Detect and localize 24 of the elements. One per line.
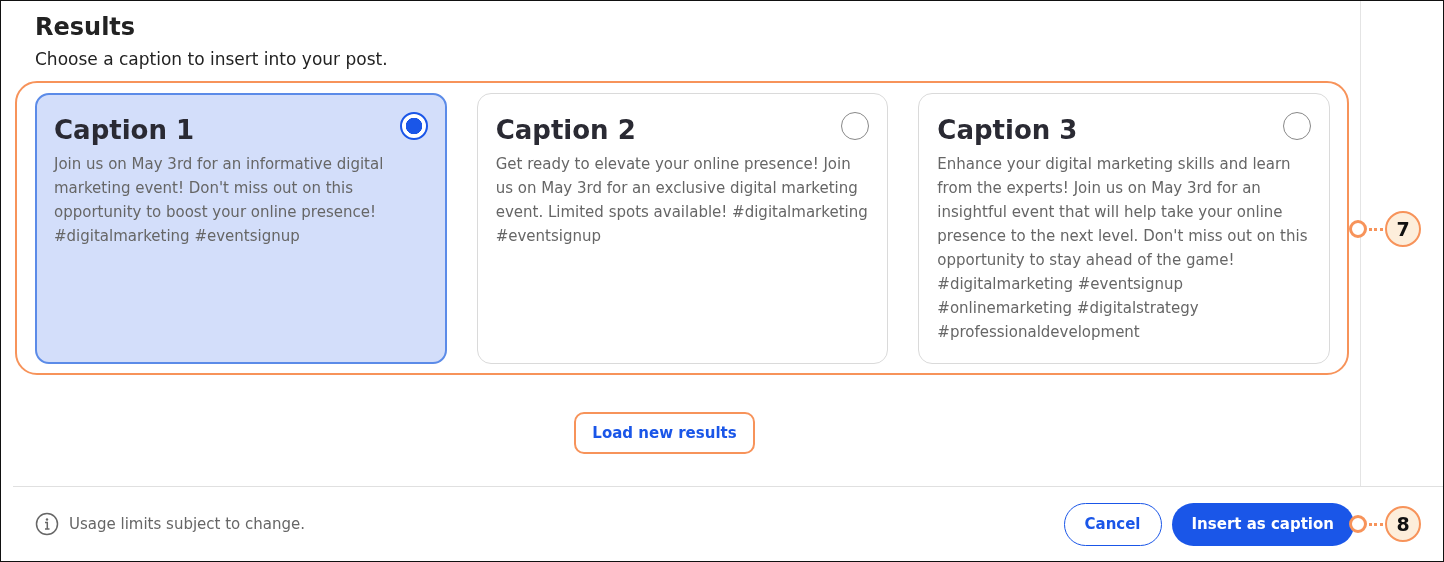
caption-card[interactable]: [918, 93, 1330, 364]
caption-card[interactable]: Caption 2 Get ready to elevate your online presence! Join us on May 3rd for an exclusive digital marketing event. Limited spots available! #digitalmarketing #eventsignup: [476, 93, 889, 364]
caption-title: Caption 2: [495, 114, 636, 147]
caption-text: Enhance your digital marketing skills and learn from the experts! Join us on May 3rd for an insightful event that will help take your online presence to the next level. Don't miss out on this opportunity to stay ahead of the game! #digitalmarketing #eventsignup #onlinemarketing #digitalstrategy #professionaldevelopment: [937, 154, 1309, 343]
callout-number: 8: [1385, 506, 1421, 542]
caption-title: Caption 3: [937, 114, 1078, 147]
callout-number: 7: [1385, 211, 1421, 247]
results-heading: Results: [35, 12, 137, 43]
callout-anchor: [1349, 515, 1367, 533]
radio-button[interactable]: [1283, 112, 1311, 140]
caption-card[interactable]: Caption 1 Join us on May 3rd for an informative digital marketing event! Don't miss out on this opportunity to boost your online presence! #digitalmarketing #eventsignup: [35, 93, 447, 364]
insert-as-caption-button[interactable]: Insert as caption: [1171, 502, 1354, 546]
cancel-button[interactable]: Cancel: [1063, 502, 1162, 546]
leader-line: [1369, 227, 1383, 231]
caption-text: Join us on May 3rd for an informative digital marketing event! Don't miss out on this opportunity to boost your online presence! #digitalmarketing #eventsignup: [54, 154, 385, 247]
leader-line: [1369, 522, 1383, 526]
info-icon: [35, 512, 59, 536]
radio-button[interactable]: [841, 112, 870, 140]
results-subtitle: Choose a caption to insert into your post.: [35, 48, 389, 71]
usage-note: Usage limits subject to change.: [69, 515, 305, 533]
load-new-results-button[interactable]: Load new results: [574, 412, 755, 454]
caption-text: Get ready to elevate your online presence! Join us on May 3rd for an exclusive digital marketing event. Limited spots available! #digitalmarketing #eventsignup: [495, 154, 869, 247]
caption-title: Caption 1: [54, 114, 195, 147]
radio-button[interactable]: [399, 112, 428, 140]
